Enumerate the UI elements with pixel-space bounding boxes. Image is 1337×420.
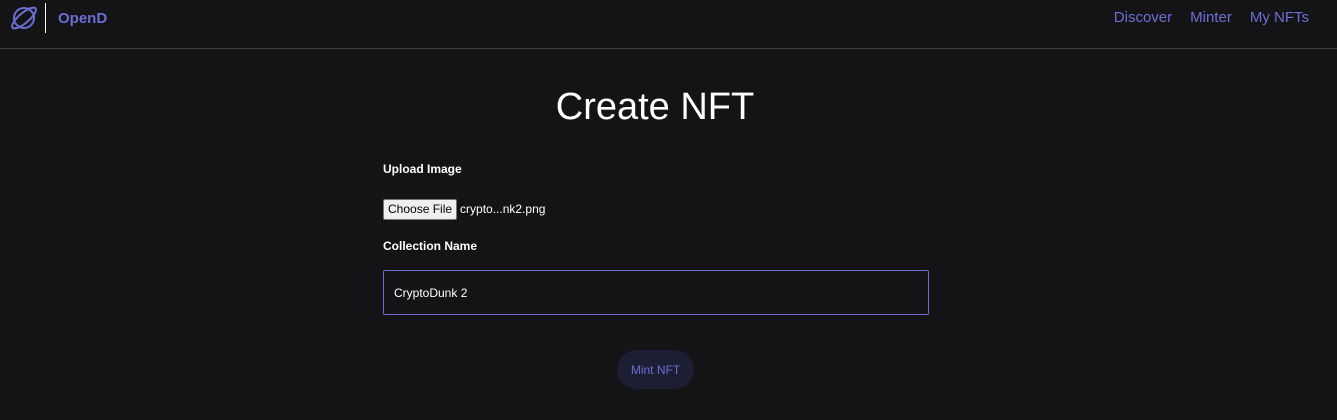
nav-links: Discover Minter My NFTs — [1114, 9, 1309, 26]
file-input: Choose File crypto...nk2.png — [383, 198, 545, 220]
upload-image-label: Upload Image — [383, 162, 462, 176]
collection-name-input[interactable] — [383, 270, 929, 315]
planet-icon — [11, 6, 37, 30]
nav-link-my-nfts[interactable]: My NFTs — [1250, 9, 1309, 26]
top-navbar: OpenD Discover Minter My NFTs — [0, 0, 1337, 49]
choose-file-button[interactable]: Choose File — [383, 198, 458, 220]
nav-link-minter[interactable]: Minter — [1190, 9, 1232, 26]
brand-name[interactable]: OpenD — [58, 10, 107, 27]
page-title: Create NFT — [555, 86, 755, 128]
selected-file-name: crypto...nk2.png — [460, 202, 546, 216]
nav-link-discover[interactable]: Discover — [1114, 9, 1172, 26]
collection-name-label: Collection Name — [383, 239, 478, 253]
brand-divider — [45, 3, 46, 33]
mint-nft-button[interactable]: Mint NFT — [617, 350, 694, 389]
brand[interactable]: OpenD — [8, 1, 107, 35]
